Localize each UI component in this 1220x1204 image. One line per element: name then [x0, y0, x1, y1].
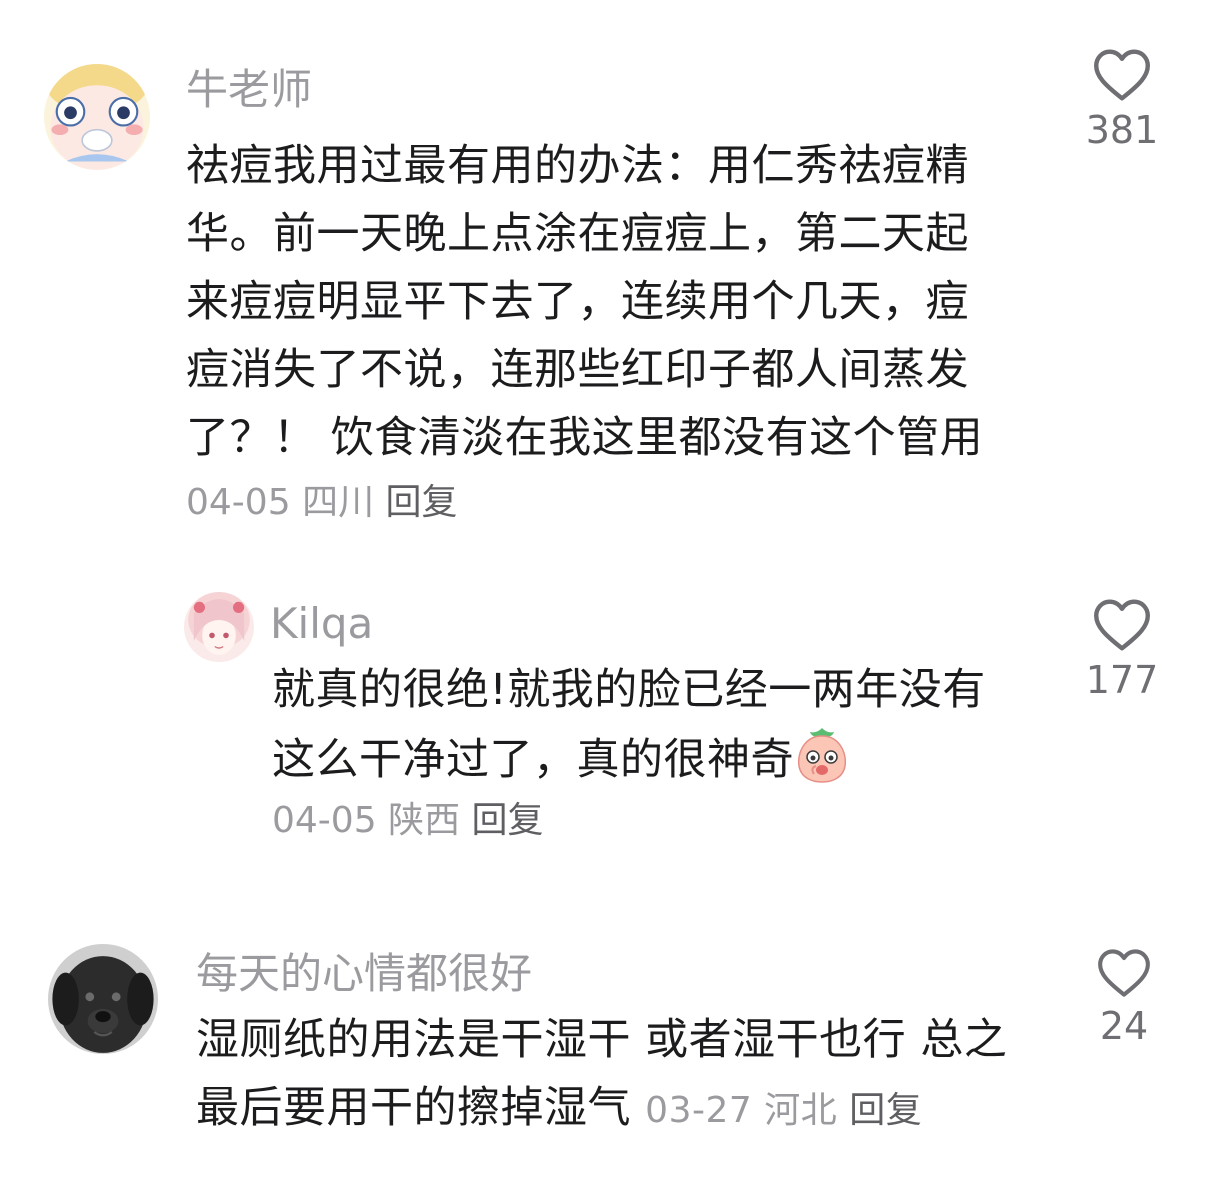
comment-meta: 04-05 四川 回复	[186, 482, 458, 524]
username[interactable]: Kilqa	[270, 600, 373, 648]
peach-emoji-icon	[797, 728, 847, 783]
comment-date: 04-05	[186, 482, 291, 523]
heart-icon	[1094, 599, 1150, 651]
comment-location: 陕西	[388, 800, 461, 841]
comment-line: 痘消失了不说，连那些红印子都人间蒸发	[186, 345, 969, 395]
heart-icon	[1098, 949, 1150, 997]
comment-line: 了？！ 饮食清淡在我这里都没有这个管用	[186, 413, 984, 463]
comment-line: 湿厕纸的用法是干湿干 或者湿干也行 总之	[196, 1015, 1008, 1065]
comment-line: 这么干净过了，真的很神奇	[272, 735, 794, 785]
reply-button[interactable]: 回复	[849, 1090, 922, 1131]
heart-icon	[1094, 49, 1150, 101]
reply-button[interactable]: 回复	[472, 800, 544, 841]
comment-date: 04-05	[272, 800, 377, 841]
avatar[interactable]	[184, 592, 254, 662]
like-count: 24	[1099, 1004, 1149, 1048]
avatar[interactable]	[44, 64, 150, 170]
reply-button[interactable]: 回复	[386, 482, 458, 523]
anime-girl-avatar-icon	[184, 592, 254, 662]
username[interactable]: 每天的心情都很好	[196, 950, 532, 998]
comment-meta: 03-27 河北 回复	[645, 1090, 922, 1131]
comment-location: 河北	[764, 1090, 838, 1131]
like-count: 177	[1085, 658, 1159, 702]
comment-meta: 04-05 陕西 回复	[272, 800, 544, 842]
comment-text: 就真的很绝!就我的脸已经一两年没有 这么干净过了，真的很神奇	[272, 656, 1032, 794]
cartoon-baby-avatar-icon	[44, 64, 150, 170]
avatar[interactable]	[48, 944, 158, 1054]
comment-line: 华。前一天晚上点涂在痘痘上，第二天起	[186, 209, 969, 259]
comment-text: 祛痘我用过最有用的办法：用仁秀祛痘精 华。前一天晚上点涂在痘痘上，第二天起 来痘…	[186, 132, 1016, 472]
like-count: 381	[1085, 108, 1159, 152]
comment-location: 四川	[302, 482, 375, 523]
comment-line: 就真的很绝!就我的脸已经一两年没有	[272, 665, 986, 715]
comment-text: 湿厕纸的用法是干湿干 或者湿干也行 总之 最后要用干的擦掉湿气 03-27 河北…	[196, 1006, 1036, 1142]
comment-date: 03-27	[645, 1090, 753, 1131]
black-dog-avatar-icon	[48, 944, 158, 1054]
comment-line: 来痘痘明显平下去了，连续用个几天，痘	[186, 277, 969, 327]
comment-line: 最后要用干的擦掉湿气	[196, 1083, 631, 1133]
like-button[interactable]: 381	[1072, 48, 1172, 152]
like-button[interactable]: 24	[1074, 948, 1174, 1048]
comment-line: 祛痘我用过最有用的办法：用仁秀祛痘精	[186, 141, 969, 191]
username[interactable]: 牛老师	[186, 66, 312, 114]
like-button[interactable]: 177	[1072, 598, 1172, 702]
